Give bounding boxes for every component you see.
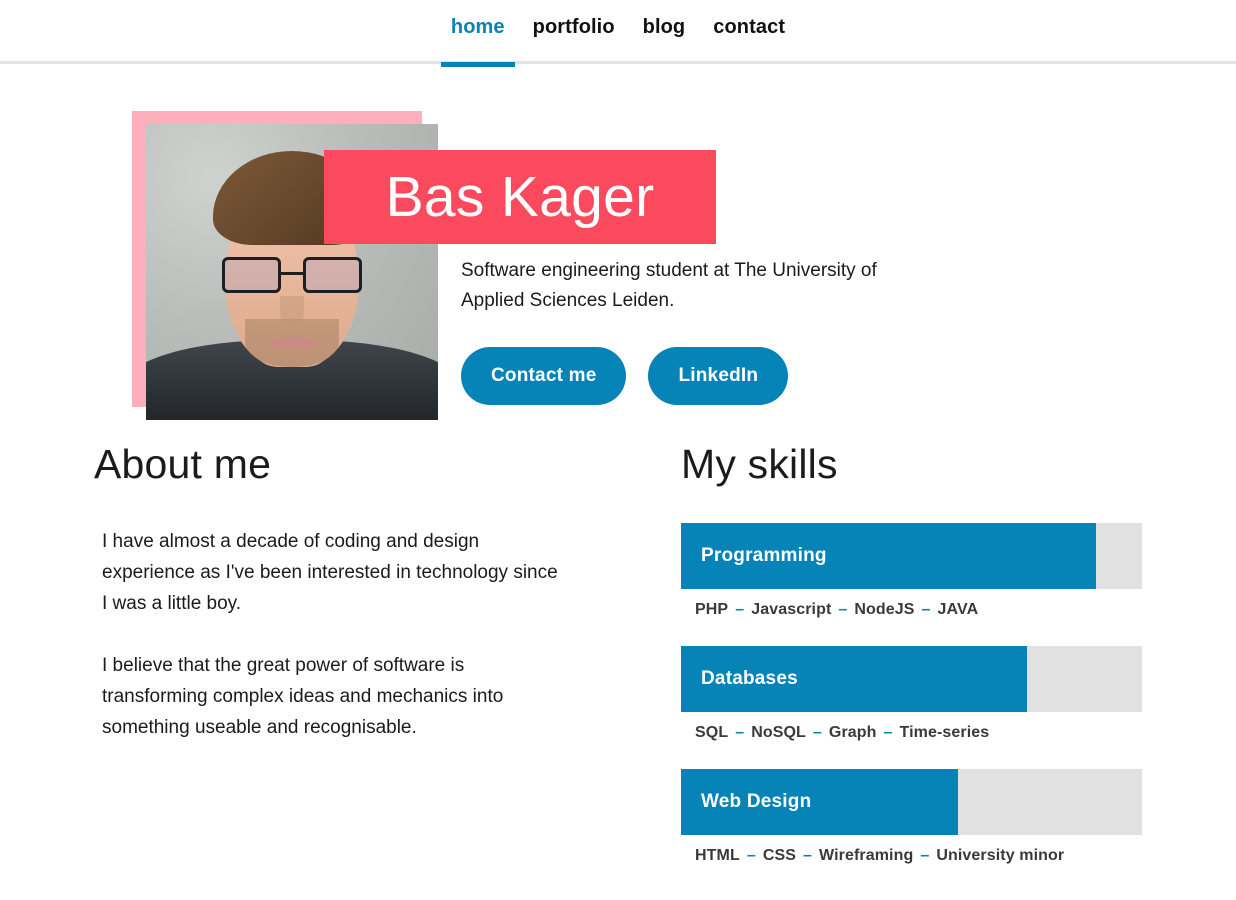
skill-tags: PHP – Javascript – NodeJS – JAVA [695,601,1142,619]
skill-tag-separator: – [920,847,930,864]
skill-name-label: Programming [701,545,827,566]
skill-tag-separator: – [921,601,931,618]
skill-name-label: Databases [701,668,798,689]
about-column: About me I have almost a decade of codin… [94,444,564,743]
skill-tag: HTML [695,847,740,864]
skills-list: Programming PHP – Javascript – NodeJS – JAVA Dat… [681,523,1142,865]
about-body: I have almost a decade of coding and des… [94,526,564,743]
skill-tag: Javascript [751,601,832,618]
skill-progress-track: Programming [681,523,1142,589]
site-header: home portfolio blog contact [0,0,1236,67]
skill-item: Programming PHP – Javascript – NodeJS – JAVA [681,523,1142,619]
hero-copy: Software engineering student at The Univ… [461,256,931,405]
hero-tagline: Software engineering student at The Univ… [461,260,877,311]
linkedin-button[interactable]: LinkedIn [648,347,789,405]
skill-tag-separator: – [883,724,893,741]
skill-tag: NodeJS [854,601,915,618]
about-paragraph: I have almost a decade of coding and des… [102,531,558,614]
skills-column: My skills Programming PHP – Javascript – Node… [681,444,1142,892]
hero-section: Bas Kager Software engineering student a… [0,64,1236,444]
glasses-bridge [280,272,304,276]
nav-item-blog[interactable]: blog [641,17,688,64]
skill-tag: CSS [762,847,797,864]
skill-tag-separator: – [812,724,822,741]
skill-item: Web Design HTML – CSS – Wireframing – Universit… [681,769,1142,865]
glasses-icon [221,257,363,293]
skill-tag-separator: – [735,724,745,741]
hero-button-group: Contact me LinkedIn [461,347,931,405]
skill-tag-separator: – [746,847,756,864]
skills-title: My skills [681,441,838,487]
about-paragraph: I believe that the great power of softwa… [102,655,504,738]
skill-tag-separator: – [803,847,813,864]
nav-item-label: portfolio [532,16,615,38]
nav-item-label: home [450,16,505,38]
nav-item-label: contact [713,16,786,38]
name-banner: Bas Kager [324,150,716,244]
skill-tag: PHP [695,601,729,618]
nav-item-portfolio[interactable]: portfolio [531,17,617,64]
skill-tags: SQL – NoSQL – Graph – Time-series [695,724,1142,742]
skill-tag: NoSQL [751,724,806,741]
about-title: About me [94,441,272,487]
portrait-nose [280,295,304,329]
skill-item: Databases SQL – NoSQL – Graph – Time-series [681,646,1142,742]
glasses-left-lens [221,257,281,293]
page-title: Bas Kager [385,164,655,229]
nav-item-label: blog [642,16,686,38]
skill-tag: Graph [828,724,877,741]
nav-item-home[interactable]: home [440,16,515,67]
skill-tag: JAVA [937,601,979,618]
main-navigation: home portfolio blog contact [0,0,1236,67]
skill-tags: HTML – CSS – Wireframing – University minor [695,847,1142,865]
skill-name-label: Web Design [701,791,812,812]
skill-tag: SQL [695,724,729,741]
skill-progress-track: Web Design [681,769,1142,835]
portrait-mouth [268,337,316,349]
skill-tag: Time-series [899,724,990,741]
skill-progress-track: Databases [681,646,1142,712]
skill-tag-separator: – [838,601,848,618]
contact-me-button[interactable]: Contact me [461,347,627,405]
skill-tag: University minor [936,847,1065,864]
skill-tag: Wireframing [819,847,914,864]
nav-item-contact[interactable]: contact [711,17,787,64]
skill-tag-separator: – [735,601,745,618]
glasses-right-lens [303,257,363,293]
